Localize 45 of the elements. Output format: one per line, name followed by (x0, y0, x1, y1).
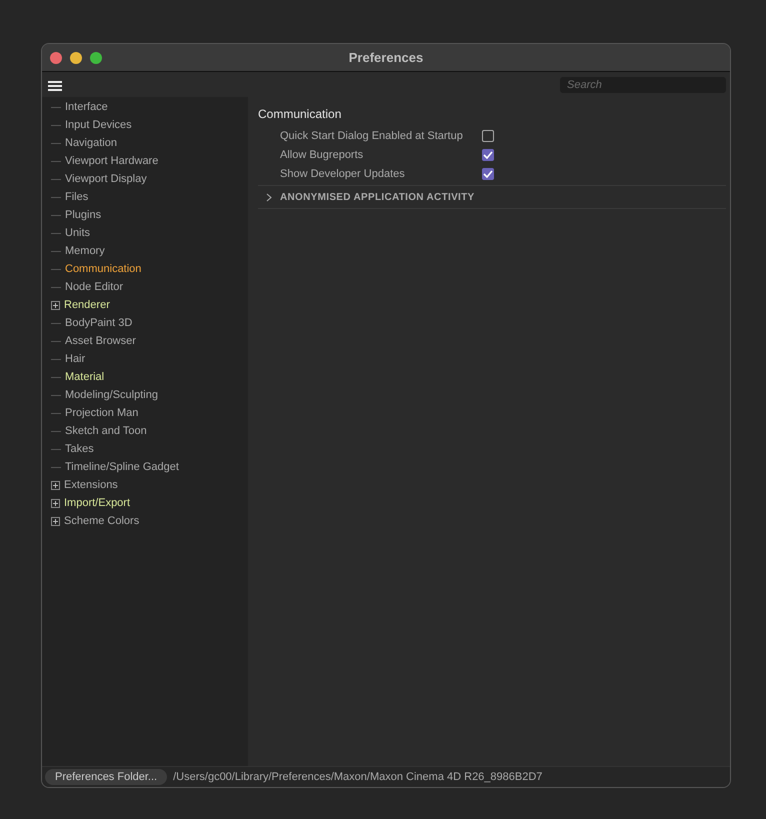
collapsible-section[interactable]: ANONYMISED APPLICATION ACTIVITY (258, 185, 726, 209)
sidebar-item[interactable]: Interface (61, 101, 108, 113)
sidebar-item[interactable]: Modeling/Sculpting (61, 389, 158, 401)
expand-icon[interactable] (51, 480, 60, 490)
expand-icon[interactable] (51, 300, 60, 310)
expand-icon[interactable] (51, 516, 60, 526)
sidebar-item[interactable]: Files (61, 191, 88, 203)
search-field[interactable]: Search (560, 76, 726, 92)
sidebar-item[interactable]: Viewport Hardware (61, 155, 158, 167)
sidebar-item[interactable]: Scheme Colors (60, 515, 140, 527)
menu-icon[interactable] (48, 80, 62, 90)
sidebar-item[interactable]: Node Editor (61, 281, 124, 293)
sidebar-item[interactable]: Import/Export (60, 497, 130, 509)
sidebar-item[interactable]: Units (61, 227, 90, 239)
expand-icon[interactable] (51, 498, 60, 508)
close-button[interactable] (50, 52, 62, 64)
folder-path: /Users/gc00/Library/Preferences/Maxon/Maxon Cinema 4D R26_8986B2D7 (173, 771, 542, 783)
sidebar-item[interactable]: Asset Browser (61, 335, 136, 347)
section-heading: Communication (258, 107, 342, 121)
sidebar-item[interactable]: Plugins (61, 209, 102, 221)
sidebar-item[interactable]: Timeline/Spline Gadget (61, 461, 179, 473)
option-label: Allow Bugreports (280, 148, 364, 160)
sidebar-item[interactable]: Communication (61, 263, 142, 275)
checkbox[interactable] (482, 148, 494, 160)
sidebar-item[interactable]: Takes (61, 443, 94, 455)
sidebar-item[interactable]: Input Devices (61, 119, 132, 131)
chevron-icon (266, 192, 272, 202)
window-title: Preferences (348, 50, 424, 65)
sidebar-item[interactable]: Hair (61, 353, 86, 365)
preferences-folder-button[interactable]: Preferences Folder... (45, 769, 168, 785)
option-label: Quick Start Dialog Enabled at Startup (280, 130, 464, 142)
sidebar-item[interactable]: Memory (61, 245, 105, 257)
option-label: Show Developer Updates (280, 168, 406, 180)
sidebar-item[interactable]: Navigation (61, 137, 117, 149)
minimize-button[interactable] (70, 52, 82, 64)
sidebar-item[interactable]: Renderer (60, 299, 110, 311)
sidebar-item[interactable]: Projection Man (61, 407, 138, 419)
sidebar-item[interactable]: Sketch and Toon (61, 425, 147, 437)
zoom-button[interactable] (90, 52, 102, 64)
sidebar-item[interactable]: BodyPaint 3D (61, 317, 132, 329)
checkbox[interactable] (482, 168, 494, 180)
sidebar-item[interactable]: Material (61, 371, 104, 383)
sidebar-item[interactable]: Viewport Display (61, 173, 147, 185)
checkbox[interactable] (482, 130, 494, 142)
sidebar-item[interactable]: Extensions (60, 479, 118, 491)
